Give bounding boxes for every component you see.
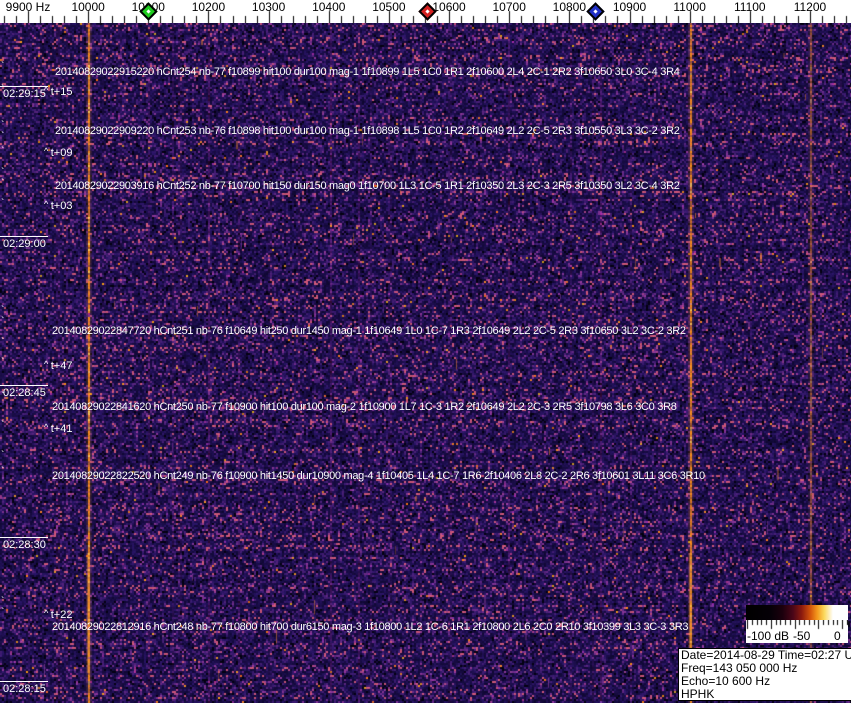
sweep-edge-tick: `: [1, 607, 5, 618]
sweep-edge-tick: `: [1, 84, 5, 95]
detection-log-line: 20140829022841620 hCnt250 nb-77 f10900 h…: [52, 401, 677, 413]
detection-log-line: 20140829022909220 hCnt253 nb-76 f10898 h…: [55, 125, 680, 137]
time-axis-label: 02:29:15: [0, 86, 48, 100]
sweep-edge-tick: `: [1, 450, 5, 461]
db-colorbar: -100 dB -50 0: [746, 605, 848, 643]
freq-tick-label: 10400: [312, 0, 346, 14]
caret-icon: ^: [44, 422, 51, 432]
db-label-min: -100 dB: [747, 629, 790, 643]
caret-icon: ^: [44, 199, 51, 209]
sweep-edge-tick: `: [1, 316, 5, 327]
detection-log-line: 20140829022812916 hCnt248 nb-77 f10800 h…: [52, 621, 689, 633]
sweep-edge-tick: `: [1, 178, 5, 189]
freq-tick-label: 10300: [251, 0, 286, 14]
status-info-box: Date=2014-08-29 Time=02:27 UTC Freq=143 …: [678, 648, 851, 701]
frequency-ruler: 9900 Hz100001010010200103001040010500106…: [0, 0, 851, 23]
caret-icon: ^: [44, 608, 51, 618]
spectrogram-app: 9900 Hz100001010010200103001040010500106…: [0, 0, 851, 703]
time-offset-annotation: ^ t+03: [44, 199, 73, 212]
time-offset-annotation: ^ t+09: [44, 146, 73, 159]
freq-tick-label: 10200: [191, 0, 226, 14]
sweep-edge-tick: `: [1, 198, 5, 209]
sweep-edge-tick: `: [1, 131, 5, 142]
time-axis-label: 02:29:00: [0, 236, 48, 250]
freq-tick-label: 10500: [372, 0, 406, 14]
caret-icon: ^: [44, 85, 51, 95]
freq-tick-label: 10700: [492, 0, 526, 14]
sweep-edge-tick: `: [1, 61, 5, 72]
caret-icon: ^: [44, 146, 51, 156]
sweep-edge-tick: `: [1, 146, 5, 157]
time-axis-label: 02:28:30: [0, 537, 48, 551]
time-axis-label: 02:28:15: [0, 681, 48, 695]
freq-tick-label: 10600: [432, 0, 466, 14]
freq-tick-label: 10800: [552, 0, 587, 14]
freq-tick-label: 9900 Hz: [5, 0, 51, 14]
sweep-edge-tick: `: [1, 120, 5, 131]
sweep-edge-tick: `: [1, 466, 5, 477]
detection-log-line: 20140829022903916 hCnt252 nb-77 f10700 h…: [55, 180, 680, 192]
freq-tick-label: 11100: [734, 0, 766, 14]
sweep-edge-tick: `: [1, 167, 5, 178]
sweep-edge-tick: `: [1, 357, 5, 368]
db-gradient: [746, 605, 833, 620]
freq-tick-label: 11000: [673, 0, 706, 14]
time-offset-annotation: ^ t+15: [44, 85, 73, 98]
sweep-edge-tick: `: [1, 596, 5, 607]
time-offset-annotation: ^ t+22: [44, 608, 73, 621]
info-observer-code: HPHK: [681, 687, 715, 701]
time-axis-label: 02:28:45: [0, 385, 48, 399]
detection-log-line: 20140829022822520 hCnt249 nb-76 f10900 h…: [52, 470, 705, 482]
db-label-mid: -50: [793, 629, 811, 643]
freq-tick-label: 10900: [612, 0, 647, 14]
sweep-edge-tick: `: [1, 305, 5, 316]
caret-icon: ^: [44, 359, 51, 369]
sweep-edge-tick: `: [1, 337, 5, 348]
detection-log-line: 20140829022915220 hCnt254 nb-77 f10899 h…: [55, 66, 680, 78]
sweep-edge-tick: `: [1, 420, 5, 431]
detection-log-line: 20140829022847720 hCnt251 nb-76 f10649 h…: [52, 325, 686, 337]
time-offset-annotation: ^ t+41: [44, 422, 73, 435]
freq-tick-label: 10000: [71, 0, 105, 14]
time-offset-annotation: ^ t+47: [44, 359, 73, 372]
db-label-max: 0: [834, 629, 841, 643]
sweep-edge-tick: `: [1, 391, 5, 402]
freq-tick-label: 11200: [793, 0, 827, 14]
